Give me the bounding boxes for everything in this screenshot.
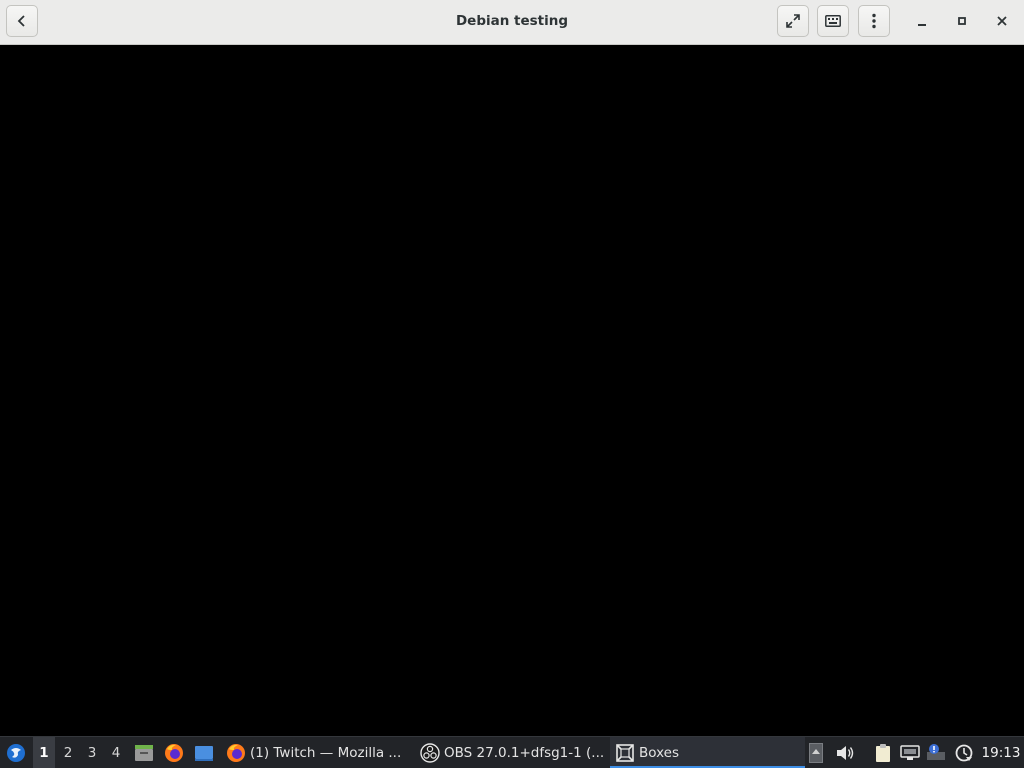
update-icon bbox=[955, 744, 973, 761]
firefox-launcher[interactable] bbox=[163, 737, 185, 768]
close-button[interactable] bbox=[988, 7, 1016, 35]
network-button[interactable] bbox=[899, 737, 921, 768]
task-obs[interactable]: OBS 27.0.1+dfsg1-1 (... bbox=[416, 737, 608, 768]
taskbar: 1 2 3 4 (1) Twitch — Mozilla ... OBS 27.… bbox=[0, 736, 1024, 768]
desktop-icon bbox=[195, 745, 213, 761]
file-manager-icon bbox=[135, 744, 153, 761]
clipboard-icon bbox=[876, 743, 890, 762]
tray-up-icon bbox=[809, 742, 823, 763]
task-boxes[interactable]: Boxes bbox=[610, 737, 805, 768]
vm-display[interactable] bbox=[0, 45, 1024, 736]
task-label: OBS 27.0.1+dfsg1-1 (... bbox=[444, 744, 605, 761]
file-manager-launcher[interactable] bbox=[133, 737, 155, 768]
menu-dots-icon bbox=[872, 13, 876, 29]
window-title: Debian testing bbox=[455, 13, 569, 29]
workspace-4[interactable]: 4 bbox=[105, 737, 127, 768]
maximize-icon bbox=[958, 17, 966, 25]
notification-icon bbox=[927, 743, 945, 760]
boxes-icon bbox=[616, 743, 634, 762]
minimize-button[interactable] bbox=[908, 7, 936, 35]
network-icon bbox=[900, 744, 920, 760]
tray-expand-button[interactable] bbox=[807, 737, 825, 768]
update-button[interactable] bbox=[953, 737, 975, 768]
back-button[interactable] bbox=[6, 5, 38, 37]
lxqt-logo-icon bbox=[7, 743, 25, 762]
volume-icon bbox=[837, 745, 854, 760]
notification-button[interactable] bbox=[925, 737, 947, 768]
clock[interactable]: 19:13 bbox=[981, 737, 1021, 768]
header-bar: Debian testing bbox=[0, 0, 1024, 45]
obs-icon bbox=[420, 742, 440, 763]
workspace-2[interactable]: 2 bbox=[57, 737, 79, 768]
menu-button[interactable] bbox=[858, 5, 890, 37]
minimize-icon bbox=[918, 24, 926, 26]
chevron-left-icon bbox=[17, 15, 25, 27]
clipboard-button[interactable] bbox=[872, 737, 894, 768]
keyboard-icon bbox=[825, 15, 841, 27]
workspace-3[interactable]: 3 bbox=[81, 737, 103, 768]
task-label: (1) Twitch — Mozilla ... bbox=[250, 744, 402, 761]
desktop-launcher[interactable] bbox=[193, 737, 215, 768]
keyboard-button[interactable] bbox=[817, 5, 849, 37]
firefox-icon bbox=[227, 743, 245, 762]
firefox-icon bbox=[165, 743, 183, 762]
start-menu-button[interactable] bbox=[3, 737, 29, 768]
fullscreen-icon bbox=[786, 14, 800, 28]
volume-button[interactable] bbox=[834, 737, 856, 768]
close-icon bbox=[997, 16, 1007, 26]
fullscreen-button[interactable] bbox=[777, 5, 809, 37]
workspace-1[interactable]: 1 bbox=[33, 737, 55, 768]
task-label: Boxes bbox=[639, 744, 680, 761]
maximize-button[interactable] bbox=[948, 7, 976, 35]
task-firefox[interactable]: (1) Twitch — Mozilla ... bbox=[222, 737, 414, 768]
